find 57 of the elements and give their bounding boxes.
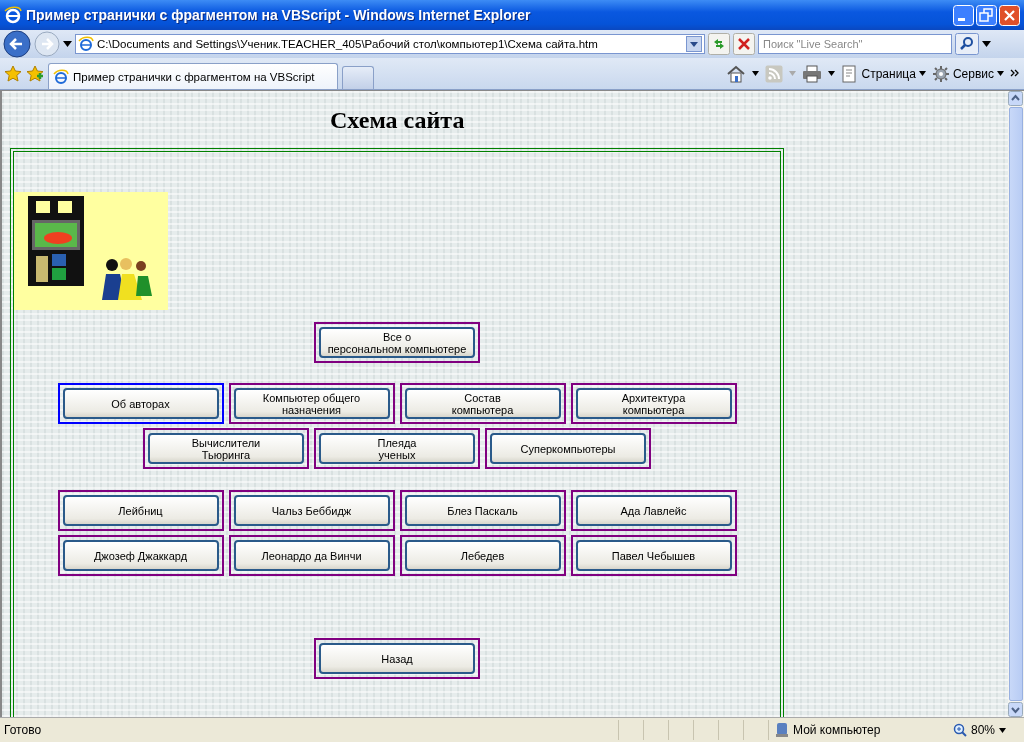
favorites-star-icon[interactable] — [4, 64, 22, 83]
computer-icon — [775, 722, 789, 738]
nav-button[interactable]: Компьютер общего назначения — [233, 388, 390, 419]
command-button[interactable]: Сервис — [931, 64, 1004, 83]
zoom-icon — [952, 723, 967, 737]
nav-button[interactable]: Все о персональном компьютере — [319, 327, 475, 358]
dropdown-icon[interactable] — [827, 71, 835, 76]
nav-button[interactable]: Суперкомпьютеры — [490, 433, 646, 464]
dropdown-icon — [918, 71, 926, 76]
nav-button[interactable]: Лейбниц — [62, 495, 219, 526]
scroll-up-button[interactable] — [1008, 91, 1023, 106]
dropdown-icon[interactable] — [751, 71, 759, 76]
dropdown-icon[interactable] — [63, 41, 72, 47]
nav-button[interactable]: Вычислители Тьюринга — [148, 433, 304, 464]
command-button[interactable]: Страница — [840, 64, 926, 83]
nav-button[interactable]: Об авторах — [62, 388, 219, 419]
nav-button[interactable]: Павел Чебышев — [575, 540, 732, 571]
status-text: Готово — [4, 723, 43, 737]
add-favorite-icon[interactable] — [26, 64, 44, 83]
nav-button[interactable]: Плеяда ученых — [319, 433, 475, 464]
gear-icon — [931, 64, 950, 83]
back-button[interactable] — [3, 30, 31, 58]
nav-button[interactable]: Чальз Беббидж — [233, 495, 390, 526]
page-heading: Схема сайта — [330, 107, 465, 134]
dropdown-icon — [999, 727, 1006, 733]
stop-button[interactable] — [733, 33, 755, 55]
nav-button[interactable]: Архитектура компьютера — [575, 388, 732, 419]
zone-label: Мой компьютер — [793, 723, 881, 737]
dropdown-icon[interactable] — [982, 41, 991, 47]
page-icon — [840, 64, 859, 83]
nav-button[interactable]: Лебедев — [404, 540, 561, 571]
search-button[interactable] — [955, 33, 979, 55]
nav-button[interactable]: Назад — [319, 643, 475, 674]
page-icon — [53, 68, 69, 85]
chevron-icon[interactable] — [1010, 68, 1020, 79]
zoom-control[interactable]: 80% — [952, 723, 1020, 737]
scroll-down-button[interactable] — [1008, 702, 1023, 717]
browser-tab[interactable]: Пример странички с фрагментом на VBScript — [48, 63, 338, 89]
nav-button[interactable]: Блез Паскаль — [404, 495, 561, 526]
close-button[interactable] — [999, 4, 1020, 26]
nav-button[interactable]: Ада Лавлейс — [575, 495, 732, 526]
nav-button[interactable]: Джозеф Джаккард — [62, 540, 219, 571]
home-icon[interactable] — [725, 64, 746, 83]
scrollbar[interactable] — [1008, 91, 1024, 717]
maximize-button[interactable] — [976, 4, 997, 26]
window-title: Пример странички с фрагментом на VBScript - Windows Internet Explorer — [26, 7, 532, 23]
browser-icon — [4, 6, 22, 24]
search-field[interactable]: Поиск "Live Search" — [758, 34, 952, 54]
nav-button[interactable]: Леонардо да Винчи — [233, 540, 390, 571]
dropdown-button[interactable] — [686, 36, 702, 52]
refresh-button[interactable] — [708, 33, 730, 55]
dropdown-icon — [997, 71, 1004, 76]
nav-button[interactable]: Состав компьютера — [404, 388, 561, 419]
printer-icon[interactable] — [801, 64, 822, 83]
address-field[interactable]: C:\Documents and Settings\Ученик.TEACHER_405\Рабочий стол\компьютер1\Схема сайта.htm — [75, 34, 705, 54]
minimize-button[interactable] — [953, 4, 974, 26]
page-icon — [78, 36, 94, 52]
